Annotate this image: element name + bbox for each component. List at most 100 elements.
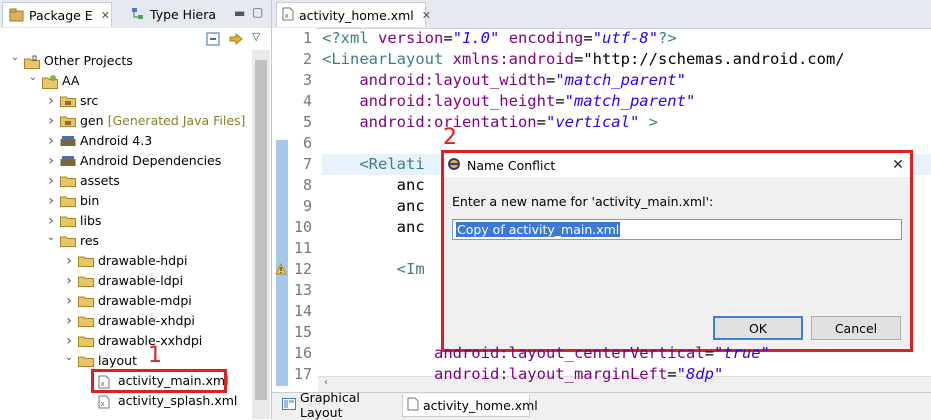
left-tabbar: Package E ✕ Type Hiera ▬ ▢ (0, 0, 271, 29)
chevron-down-icon[interactable]: ⌄ (8, 50, 22, 68)
folder-icon (60, 235, 76, 247)
chevron-right-icon[interactable]: › (62, 311, 76, 331)
tree-item[interactable]: › drawable-xxhdpi (62, 331, 202, 351)
tree-item[interactable]: › assets (44, 171, 120, 191)
collapse-all-icon[interactable] (206, 32, 220, 49)
library-icon (60, 155, 76, 167)
tree-item-label: Android 4.3 (80, 133, 153, 148)
tree-item-label: Android Dependencies (80, 153, 222, 168)
android-project-icon (42, 75, 58, 89)
chevron-right-icon[interactable]: › (44, 131, 58, 151)
tree-item-label: drawable-hdpi (98, 253, 188, 268)
tree-item[interactable]: › src (44, 91, 98, 111)
tab-label: activity_home.xml (423, 397, 538, 413)
folder-icon (60, 215, 76, 227)
maximize-icon[interactable]: ▢ (252, 5, 263, 19)
chevron-right-icon[interactable]: › (44, 191, 58, 211)
tree-item[interactable]: › bin (44, 191, 99, 211)
code-line[interactable]: <Relati (322, 154, 424, 175)
tree-item[interactable]: › drawable-ldpi (62, 271, 183, 291)
code-line[interactable]: <Im (322, 259, 425, 280)
input-value: Copy of activity_main.xml (456, 222, 621, 237)
tree-item[interactable]: ⌄ AA (26, 71, 79, 91)
tab-graphical-layout[interactable]: Graphical Layout (278, 390, 398, 420)
folder-icon (78, 255, 94, 267)
code-line[interactable]: android:orientation="vertical" > (322, 112, 658, 133)
code-line[interactable]: android:layout_height="match_parent" (322, 91, 695, 112)
code-line[interactable]: <?xml version="1.0" encoding="utf-8"?> (322, 28, 677, 49)
chevron-right-icon[interactable]: › (62, 291, 76, 311)
tree-item-label: res (80, 233, 100, 248)
chevron-right-icon[interactable]: › (62, 251, 76, 271)
chevron-right-icon[interactable]: › (44, 171, 58, 191)
tree-item[interactable]: x activity_splash.xml (82, 391, 237, 411)
tree-item-label: AA (62, 73, 80, 88)
folder-icon (78, 335, 94, 347)
tree-item[interactable]: › drawable-mdpi (62, 291, 192, 311)
code-line[interactable]: android:layout_marginLeft="8dp" (322, 364, 723, 385)
tree-item[interactable]: › drawable-xhdpi (62, 311, 195, 331)
editor-tab-label: activity_home.xml (299, 7, 414, 23)
view-menu-icon[interactable]: ▽ (252, 30, 260, 43)
line-number: 16 (293, 344, 312, 362)
chevron-down-icon[interactable]: ⌄ (62, 348, 76, 368)
link-with-editor-icon[interactable] (228, 31, 244, 50)
tab-label: Type Hiera (150, 6, 217, 22)
chevron-right-icon[interactable]: › (62, 271, 76, 291)
tree-item-label: activity_splash.xml (118, 393, 238, 408)
line-number: 15 (293, 323, 312, 341)
line-number: 12 (293, 260, 312, 278)
package-icon (9, 8, 25, 22)
line-number: 2 (302, 50, 312, 68)
code-line[interactable]: anc (322, 175, 425, 196)
tree-item-label: gen (80, 113, 104, 128)
tree-item[interactable]: ⌄ layout (62, 351, 137, 371)
tree-item-label: src (80, 93, 99, 108)
chevron-right-icon[interactable]: › (44, 151, 58, 171)
source-folder-icon (60, 115, 76, 127)
chevron-right-icon[interactable]: › (44, 91, 58, 111)
tree-item-label: libs (80, 213, 102, 228)
line-number: 7 (302, 155, 312, 173)
tree-item[interactable]: › Android 4.3 (44, 131, 152, 151)
chevron-down-icon[interactable]: ⌄ (26, 68, 40, 88)
tab-activity-home[interactable]: x activity_home.xml ✕ (276, 2, 431, 27)
tree-item-label: layout (98, 353, 138, 368)
chevron-right-icon[interactable]: › (44, 111, 58, 131)
layout-icon (282, 397, 296, 413)
line-number: 8 (302, 176, 312, 194)
tree-item-label: assets (80, 173, 120, 188)
tab-xml-source[interactable]: activity_home.xml (402, 394, 538, 417)
line-number: 13 (293, 281, 312, 299)
code-line[interactable]: android:layout_centerVertical="true" (322, 343, 770, 364)
step-marker-1: 1 (148, 343, 162, 368)
folder-icon (78, 295, 94, 307)
tree-item-label: bin (80, 193, 100, 208)
close-icon[interactable]: ✕ (101, 9, 110, 22)
chevron-down-icon[interactable]: ⌄ (44, 228, 58, 248)
code-line[interactable]: anc (322, 196, 425, 217)
dialog-prompt: Enter a new name for 'activity_main.xml'… (452, 194, 714, 209)
tree-item[interactable]: ⌄ res (44, 231, 99, 251)
tab-package-explorer[interactable]: Package E ✕ (2, 2, 112, 27)
close-icon[interactable]: ✕ (886, 153, 910, 177)
minimize-icon[interactable]: ▬ (234, 6, 245, 20)
code-line[interactable]: <LinearLayout xmlns:android="http://sche… (322, 49, 845, 70)
library-icon (60, 135, 76, 147)
svg-text:x: x (101, 400, 105, 408)
code-line[interactable]: android:layout_width="match_parent" (322, 70, 686, 91)
cancel-button[interactable]: Cancel (811, 316, 901, 340)
tree-item[interactable]: › drawable-hdpi (62, 251, 188, 271)
code-line[interactable]: anc (322, 217, 425, 238)
xml-file-icon: x (282, 7, 294, 24)
dialog-titlebar: Name Conflict (444, 153, 910, 177)
tree-scrollbar-thumb[interactable] (255, 60, 267, 400)
highlight-box-activity-main (91, 369, 227, 393)
close-icon[interactable]: ✕ (422, 9, 431, 22)
tab-type-hierarchy[interactable]: Type Hiera (124, 2, 244, 26)
tree-item[interactable]: › Android Dependencies (44, 151, 221, 171)
new-name-input[interactable]: Copy of activity_main.xml (452, 219, 902, 240)
ok-button[interactable]: OK (713, 316, 803, 340)
tree-item-label: drawable-xhdpi (98, 313, 195, 328)
tree-item[interactable]: › gen [Generated Java Files] (44, 111, 245, 131)
